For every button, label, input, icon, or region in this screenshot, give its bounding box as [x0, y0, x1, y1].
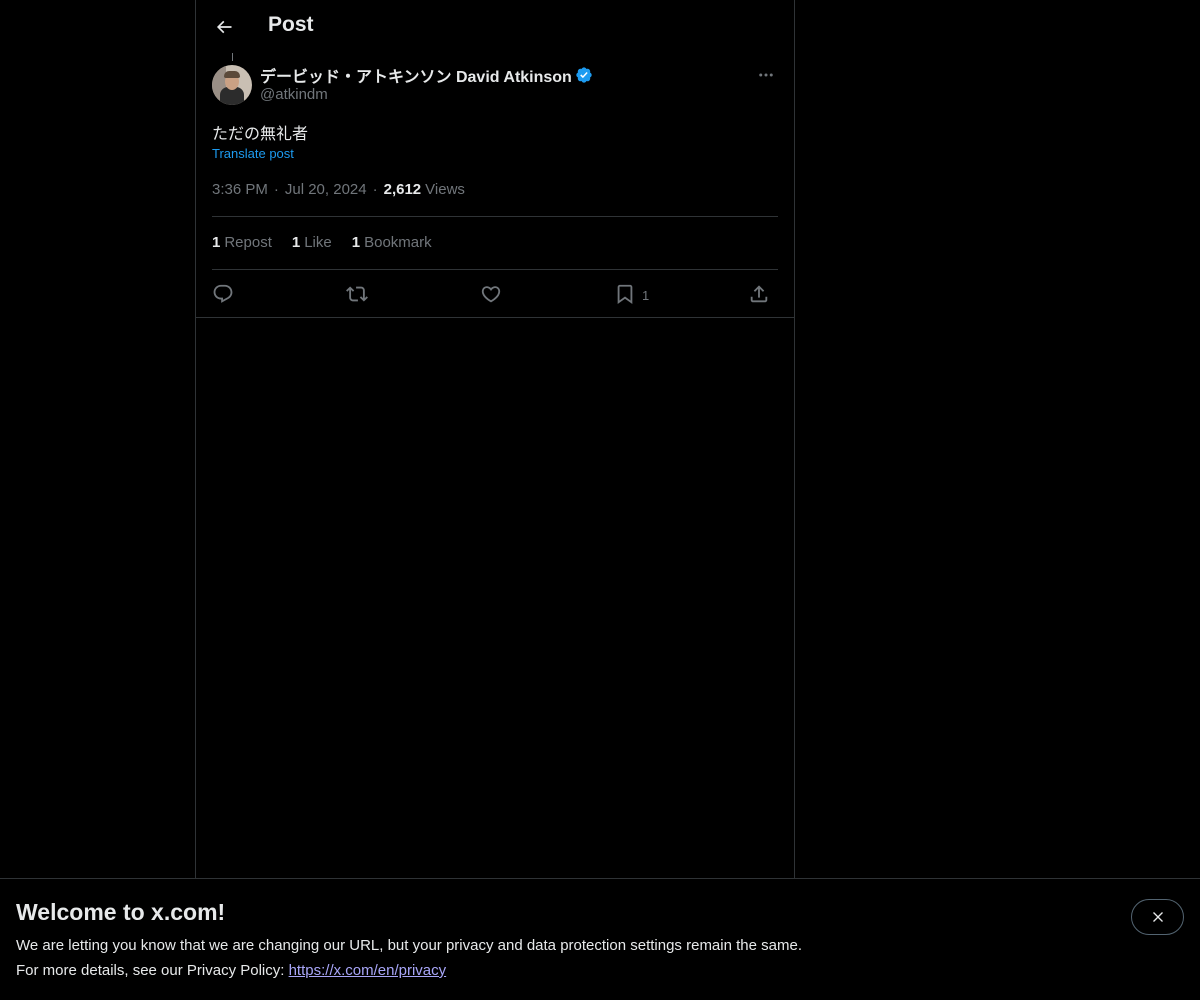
main-column: Post デービッド・アトキンソン David Atkinson @atkind… — [195, 0, 795, 880]
close-icon — [1152, 912, 1163, 922]
bookmark-button[interactable]: 1 — [614, 280, 649, 308]
share-button[interactable] — [748, 280, 770, 308]
back-button[interactable] — [208, 11, 240, 43]
author-display-name[interactable]: デービッド・アトキンソン David Atkinson — [260, 63, 572, 87]
banner-privacy-line: For more details, see our Privacy Policy… — [16, 962, 446, 979]
arrow-left-icon — [216, 20, 232, 34]
author-handle[interactable]: @atkindm — [260, 86, 328, 103]
page-title: Post — [268, 13, 314, 36]
banner-privacy-text: For more details, see our Privacy Policy… — [16, 962, 289, 979]
banner-message: We are letting you know that we are chan… — [16, 937, 802, 954]
post-header: Post — [196, 0, 794, 53]
bookmark-stat[interactable]: 1 Bookmark — [352, 234, 432, 251]
close-banner-button[interactable] — [1131, 899, 1184, 935]
banner-title: Welcome to x.com! — [16, 899, 226, 925]
views-count: 2,612 — [383, 181, 422, 198]
divider — [212, 216, 778, 217]
verified-badge-icon — [575, 66, 593, 84]
url-change-banner: Welcome to x.com! We are letting you kno… — [0, 878, 1200, 1000]
divider — [212, 269, 778, 270]
like-stat[interactable]: 1 Like — [292, 234, 332, 251]
privacy-policy-link[interactable]: https://x.com/en/privacy — [289, 962, 447, 979]
thread-connector-line — [232, 53, 233, 61]
post-metadata: 3:36 PM · Jul 20, 2024 · 2,612 Views — [212, 181, 465, 198]
translate-post-link[interactable]: Translate post — [212, 146, 294, 161]
divider — [196, 317, 794, 318]
repost-stat[interactable]: 1 Repost — [212, 234, 272, 251]
post-date[interactable]: Jul 20, 2024 — [285, 181, 367, 198]
more-dots-icon — [759, 73, 773, 77]
post-time[interactable]: 3:36 PM — [212, 181, 268, 198]
more-options-button[interactable] — [754, 64, 778, 86]
heart-icon — [481, 286, 501, 303]
author-name-row: デービッド・アトキンソン David Atkinson — [260, 64, 593, 86]
avatar[interactable] — [212, 65, 252, 105]
post-actions: 1 — [212, 280, 778, 308]
like-button[interactable] — [480, 280, 502, 308]
separator-dot: · — [372, 181, 378, 198]
reply-icon — [213, 284, 233, 303]
bookmark-icon — [617, 284, 633, 305]
reply-button[interactable] — [212, 280, 234, 308]
views-label: Views — [425, 181, 465, 198]
post-stats: 1 Repost 1 Like 1 Bookmark — [212, 234, 452, 251]
post-author: デービッド・アトキンソン David Atkinson @atkindm — [212, 64, 778, 108]
repost-icon — [346, 286, 368, 302]
share-icon — [750, 285, 768, 303]
repost-button[interactable] — [346, 280, 368, 308]
separator-dot: · — [273, 181, 279, 198]
bookmark-count: 1 — [642, 288, 650, 303]
post-text: ただの無礼者 — [212, 126, 309, 143]
